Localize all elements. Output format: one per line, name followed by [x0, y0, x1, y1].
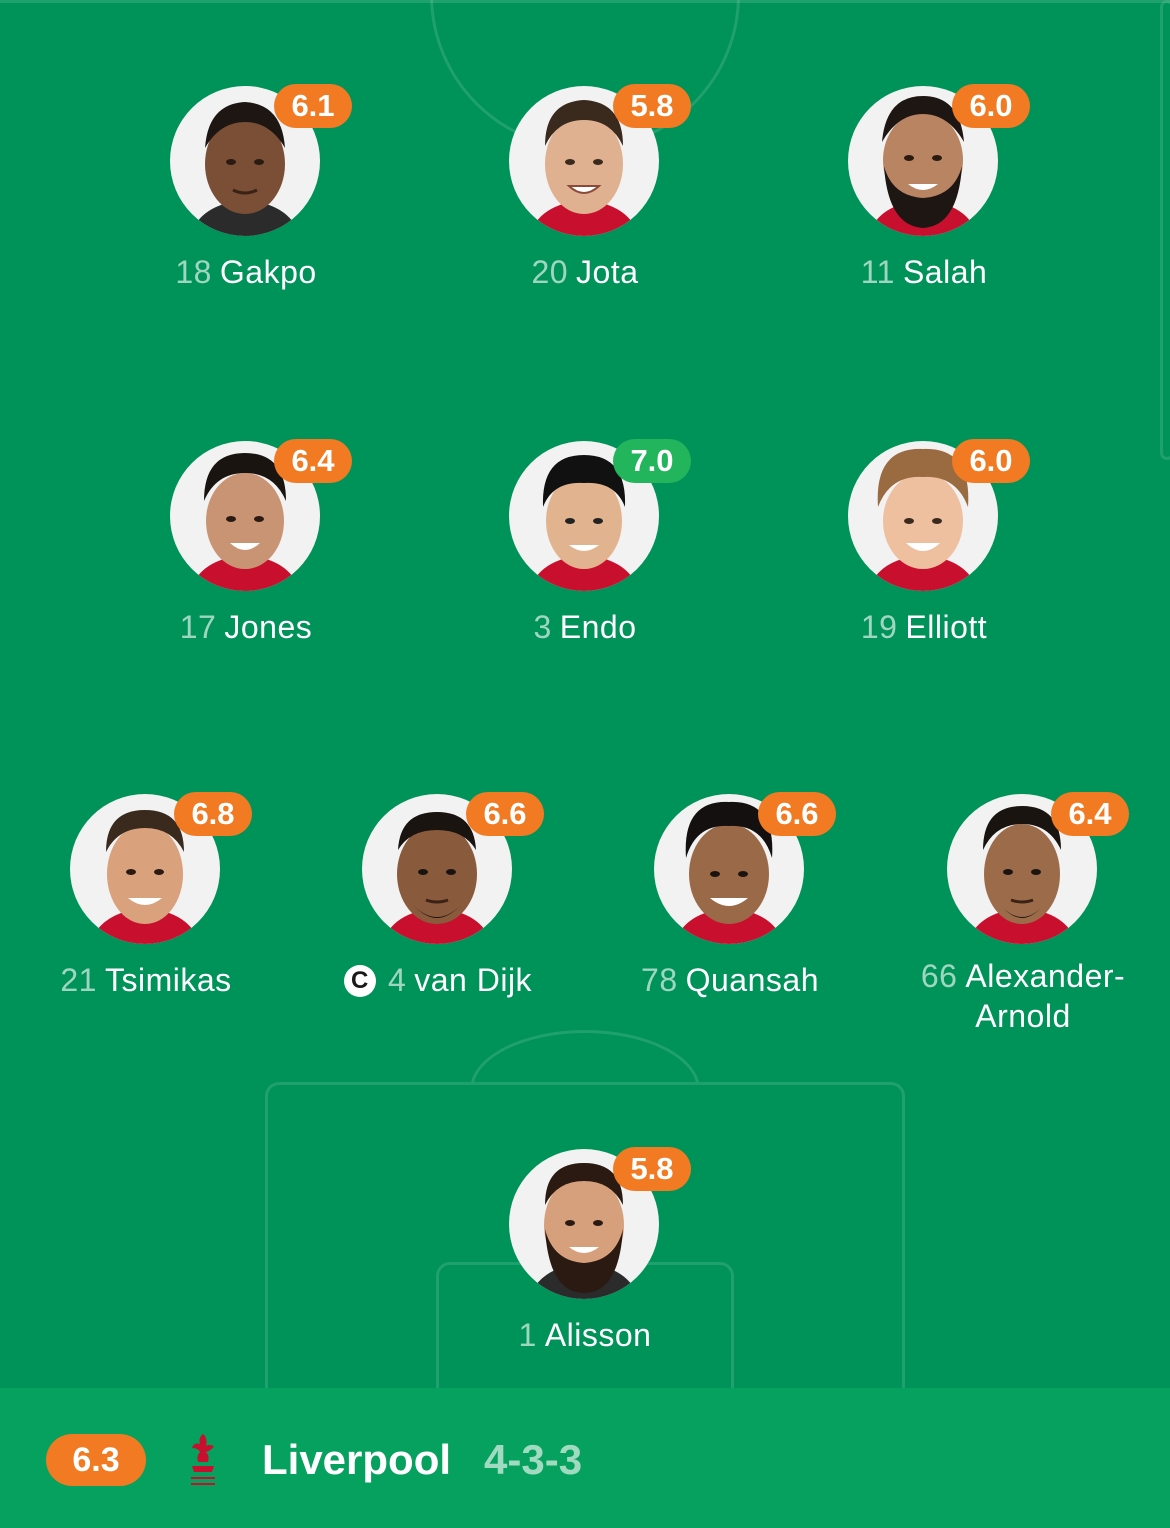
player-name: Jones [224, 609, 313, 645]
player-photo-wrap: 6.1 [170, 84, 352, 238]
player-name-line2: Arnold [975, 998, 1071, 1034]
player-name: Gakpo [219, 254, 317, 290]
player-name: van Dijk [414, 962, 533, 998]
right-edge-line [1160, 0, 1170, 460]
shirt-number: 78 [641, 962, 678, 998]
shirt-number: 4 [387, 962, 407, 998]
player-rating-badge: 6.8 [174, 792, 252, 836]
player-photo-wrap: 6.8 [70, 792, 252, 946]
shirt-number: 19 [860, 609, 898, 645]
player-rating-badge: 6.6 [466, 792, 544, 836]
player-label: 66 Alexander- Arnold [873, 956, 1170, 1036]
player-label: 18 Gakpo [96, 252, 396, 292]
shirt-number: 3 [533, 609, 552, 645]
shirt-number: 1 [518, 1317, 537, 1353]
player-photo-wrap: 5.8 [509, 84, 691, 238]
shirt-number: 20 [531, 254, 569, 290]
player-name: Alexander- [965, 958, 1126, 994]
player-name: Quansah [685, 962, 819, 998]
player-label: 78 Quansah [580, 960, 880, 1000]
player-jota[interactable]: 5.8 20 Jota [435, 84, 735, 292]
shirt-number: 21 [60, 962, 97, 998]
player-photo-wrap: 6.4 [947, 792, 1129, 946]
player-photo-wrap: 6.6 [362, 792, 544, 946]
player-label: C 4 van Dijk [288, 960, 588, 1000]
player-label: 11 Salah [774, 252, 1074, 292]
player-name: Tsimikas [104, 962, 232, 998]
player-alisson[interactable]: 5.8 1 Alisson [435, 1147, 735, 1355]
shirt-number: 11 [860, 254, 895, 290]
player-name: Jota [576, 254, 639, 290]
player-endo[interactable]: 7.0 3 Endo [435, 439, 735, 647]
player-rating-badge: 6.4 [1051, 792, 1129, 836]
player-salah[interactable]: 6.0 11 Salah [774, 84, 1074, 292]
player-photo-wrap: 6.4 [170, 439, 352, 593]
team-rating-badge: 6.3 [46, 1434, 146, 1486]
player-rating-badge: 6.0 [952, 84, 1030, 128]
player-vandijk[interactable]: 6.6 C 4 van Dijk [288, 792, 588, 1000]
shirt-number: 66 [920, 958, 958, 994]
player-name: Salah [902, 254, 988, 290]
player-label: 3 Endo [435, 607, 735, 647]
player-jones[interactable]: 6.4 17 Jones [96, 439, 396, 647]
team-name: Liverpool [262, 1436, 452, 1483]
shirt-number: 17 [179, 609, 217, 645]
shirt-number: 18 [175, 254, 212, 290]
player-rating-badge: 7.0 [613, 439, 691, 483]
player-photo-wrap: 6.0 [848, 84, 1030, 238]
player-rating-badge: 6.1 [274, 84, 352, 128]
pitch: 6.1 18 Gakpo 5.8 20 Jota 6.0 11 Salah 6.… [0, 0, 1170, 1388]
player-alexander-arnold[interactable]: 6.4 66 Alexander- Arnold [873, 792, 1170, 1036]
player-tsimikas[interactable]: 6.8 21 Tsimikas [0, 792, 296, 1000]
player-name: Alisson [544, 1317, 652, 1353]
player-rating-badge: 6.4 [274, 439, 352, 483]
player-label: 17 Jones [96, 607, 396, 647]
player-rating-badge: 5.8 [613, 84, 691, 128]
player-name: Endo [559, 609, 637, 645]
team-footer: 6.3 Liverpool 4-3-3 [0, 1388, 1170, 1528]
team-formation: 4-3-3 [484, 1436, 583, 1483]
player-label: 19 Elliott [774, 607, 1074, 647]
player-photo-wrap: 6.6 [654, 792, 836, 946]
player-photo-wrap: 7.0 [509, 439, 691, 593]
liverpool-crest-icon [191, 1434, 215, 1485]
player-name: Elliott [905, 609, 988, 645]
player-elliott[interactable]: 6.0 19 Elliott [774, 439, 1074, 647]
captain-icon: C [343, 965, 376, 997]
player-label: 20 Jota [435, 252, 735, 292]
player-label: 1 Alisson [435, 1315, 735, 1355]
player-label: 21 Tsimikas [0, 960, 296, 1000]
player-photo-wrap: 6.0 [848, 439, 1030, 593]
player-rating-badge: 6.0 [952, 439, 1030, 483]
player-rating-badge: 5.8 [613, 1147, 691, 1191]
player-photo-wrap: 5.8 [509, 1147, 691, 1301]
player-gakpo[interactable]: 6.1 18 Gakpo [96, 84, 396, 292]
player-quansah[interactable]: 6.6 78 Quansah [580, 792, 880, 1000]
player-rating-badge: 6.6 [758, 792, 836, 836]
